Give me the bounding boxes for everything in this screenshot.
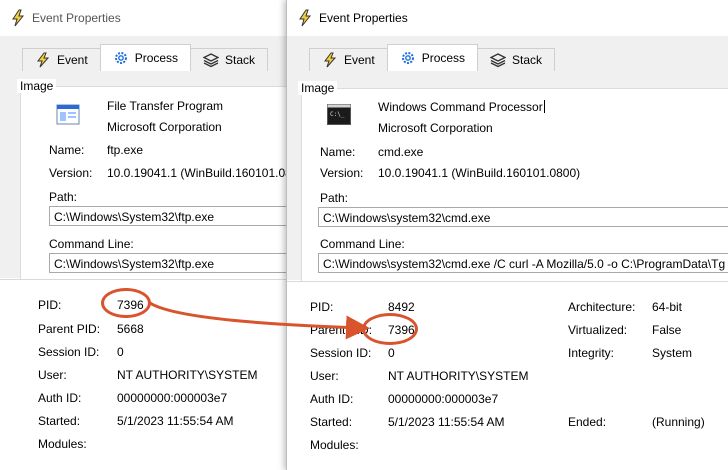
path-label: Path:: [49, 190, 78, 204]
lightning-icon: [324, 52, 337, 68]
command-line-label: Command Line:: [49, 237, 134, 251]
auth-id-value: 00000000:000003e7: [117, 391, 228, 405]
product-name: Windows Command Processor: [378, 100, 545, 114]
tab-event[interactable]: Event: [22, 48, 101, 71]
modules-label: Modules:: [38, 437, 87, 451]
command-line-field[interactable]: C:\Windows\System32\ftp.exe: [49, 253, 299, 273]
company-name: Microsoft Corporation: [107, 120, 222, 134]
parent-pid-highlight-circle: [362, 313, 418, 345]
session-id-value: 0: [388, 346, 395, 360]
auth-id-value: 00000000:000003e7: [388, 392, 499, 406]
process-summary-panel: PID: 8492 Parent PID: 7396 Session ID: 0…: [287, 281, 728, 470]
auth-id-label: Auth ID:: [310, 392, 354, 406]
tab-label: Stack: [225, 53, 256, 67]
user-value: NT AUTHORITY\SYSTEM: [117, 368, 258, 382]
name-label: Name:: [320, 145, 356, 159]
name-value: cmd.exe: [378, 145, 424, 159]
started-value: 5/1/2023 11:55:54 AM: [117, 414, 234, 428]
user-value: NT AUTHORITY\SYSTEM: [388, 369, 529, 383]
path-label: Path:: [320, 191, 349, 205]
window-title: Event Properties: [32, 11, 121, 25]
tab-process[interactable]: Process: [386, 44, 479, 71]
tab-process[interactable]: Process: [99, 44, 192, 71]
text-caret: [543, 100, 545, 113]
tab-event[interactable]: Event: [309, 48, 388, 71]
started-value: 5/1/2023 11:55:54 AM: [388, 415, 505, 429]
architecture-value: 64-bit: [652, 300, 683, 314]
lightning-icon: [299, 9, 312, 27]
title-bar: Event Properties: [287, 0, 728, 36]
ended-value: (Running): [652, 415, 705, 429]
tab-label: Process: [421, 51, 466, 65]
gear-icon: [401, 52, 414, 64]
stack-icon: [203, 53, 220, 68]
tab-label: Process: [134, 51, 179, 65]
parent-pid-value: 5668: [117, 322, 144, 336]
pid-label: PID:: [38, 298, 62, 312]
tab-stack[interactable]: Stack: [477, 48, 556, 71]
tab-strip: Event Process Stack: [22, 44, 269, 71]
name-label: Name:: [49, 143, 85, 157]
tab-strip: Event Process Stack: [309, 44, 556, 71]
pid-value: 8492: [388, 300, 415, 314]
gear-icon: [114, 52, 127, 64]
command-line-label: Command Line:: [320, 237, 405, 251]
window-title: Event Properties: [319, 11, 408, 25]
started-label: Started:: [38, 414, 81, 428]
version-label: Version:: [320, 166, 364, 180]
pid-highlight-circle: [101, 288, 151, 318]
tab-stack[interactable]: Stack: [190, 48, 269, 71]
auth-id-label: Auth ID:: [38, 391, 82, 405]
parent-pid-label: Parent PID:: [38, 322, 101, 336]
session-id-label: Session ID:: [310, 346, 372, 360]
architecture-label: Architecture:: [568, 300, 636, 314]
name-value: ftp.exe: [107, 143, 144, 157]
modules-label: Modules:: [310, 438, 359, 452]
image-group-label: Image: [298, 81, 338, 95]
product-name: File Transfer Program: [107, 99, 224, 113]
stack-icon: [490, 53, 507, 68]
ended-label: Ended:: [568, 415, 607, 429]
lightning-icon: [12, 9, 25, 27]
title-bar: Event Properties: [0, 0, 305, 36]
version-value: 10.0.19041.1 (WinBuild.160101.0800): [107, 166, 310, 180]
path-field[interactable]: C:\Windows\system32\cmd.exe: [318, 207, 728, 227]
version-value: 10.0.19041.1 (WinBuild.160101.0800): [378, 166, 581, 180]
user-label: User:: [310, 369, 339, 383]
application-icon: [56, 104, 80, 125]
svg-text:C:\_: C:\_: [330, 111, 345, 118]
virtualized-label: Virtualized:: [568, 323, 628, 337]
integrity-value: System: [652, 346, 693, 360]
user-label: User:: [38, 368, 67, 382]
command-line-field[interactable]: C:\Windows\system32\cmd.exe /C curl -A M…: [318, 253, 728, 273]
pid-label: PID:: [310, 300, 334, 314]
path-field[interactable]: C:\Windows\System32\ftp.exe: [49, 206, 299, 226]
image-group-label: Image: [17, 79, 57, 93]
command-prompt-icon: C:\_: [327, 104, 351, 125]
tab-label: Stack: [512, 53, 543, 67]
started-label: Started:: [310, 415, 353, 429]
tab-label: Event: [344, 53, 375, 67]
session-id-label: Session ID:: [38, 345, 100, 359]
session-id-value: 0: [117, 345, 124, 359]
event-properties-window-right: Event Properties Event Process Stack Ima…: [286, 0, 728, 470]
version-label: Version:: [49, 166, 93, 180]
virtualized-value: False: [652, 323, 682, 337]
lightning-icon: [37, 52, 50, 68]
event-properties-window-left: Event Properties Event Process Stack Ima…: [0, 0, 310, 470]
process-summary-panel: PID: 7396 Parent PID: 5668 Session ID: 0…: [0, 279, 305, 470]
tab-label: Event: [57, 53, 88, 67]
integrity-label: Integrity:: [568, 346, 615, 360]
company-name: Microsoft Corporation: [378, 121, 493, 135]
